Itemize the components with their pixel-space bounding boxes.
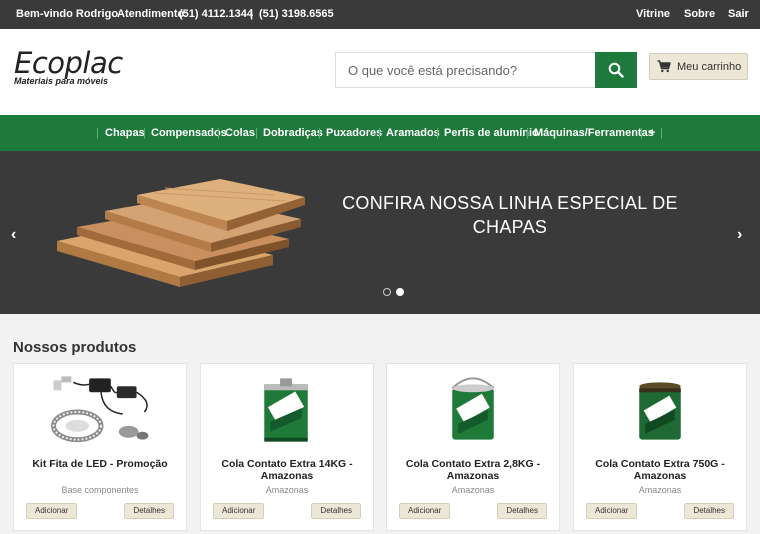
search-icon [608, 62, 624, 78]
category-chapas[interactable]: Chapas [105, 127, 145, 139]
add-to-cart-button[interactable]: Adicionar [26, 503, 78, 519]
search-input[interactable] [336, 53, 595, 87]
welcome-text: Bem-vindo Rodrigo [16, 8, 119, 20]
nav-link-sair[interactable]: Sair [728, 8, 749, 20]
nav-divider [256, 128, 257, 139]
product-card[interactable]: Cola Contato Extra 14KG - Amazonas Amazo… [200, 363, 374, 531]
nav-divider [319, 128, 320, 139]
slide-headline: CONFIRA NOSSA LINHA ESPECIAL DE CHAPAS [342, 193, 678, 237]
product-brand: Amazonas [638, 485, 682, 495]
top-bar: Bem-vindo Rodrigo Atendimento: (51) 4112… [0, 0, 760, 29]
nav-divider [437, 128, 438, 139]
support-phone-1: (51) 4112.1344 [179, 8, 254, 20]
support-phone-2: (51) 3198.6565 [259, 8, 334, 20]
plywood-image [57, 179, 305, 287]
nav-link-sobre[interactable]: Sobre [684, 8, 715, 20]
nav-divider [379, 128, 380, 139]
product-name[interactable]: Cola Contato Extra 750G - Amazonas [582, 458, 738, 482]
nav-link-vitrine[interactable]: Vitrine [636, 8, 670, 20]
product-card[interactable]: Cola Contato Extra 750G - Amazonas Amazo… [573, 363, 747, 531]
nav-divider [641, 128, 642, 139]
category-puxadores[interactable]: Puxadores [326, 127, 382, 139]
category-more[interactable]: + [649, 127, 655, 139]
details-button[interactable]: Detalhes [311, 503, 361, 519]
product-name[interactable]: Cola Contato Extra 14KG - Amazonas [209, 458, 365, 482]
glue-2-8kg-image [451, 377, 495, 440]
product-name[interactable]: Kit Fita de LED - Promoção [22, 458, 178, 470]
product-card[interactable]: Cola Contato Extra 2,8KG - Amazonas Amaz… [386, 363, 560, 531]
site-header: Ecoplac Materiais para móveis Meu carrin… [0, 29, 760, 115]
hero-slider: CONFIRA NOSSA LINHA ESPECIAL DE CHAPAS ‹… [0, 151, 760, 314]
logo-tagline: Materiais para móveis [14, 76, 109, 86]
slider-dot-active[interactable] [396, 288, 404, 296]
category-aramados[interactable]: Aramados [386, 127, 440, 139]
led-kit-image [51, 376, 149, 443]
logo-name: Ecoplac [14, 46, 123, 80]
add-to-cart-button[interactable]: Adicionar [399, 503, 451, 519]
category-maquinas[interactable]: Máquinas/Ferramentas [534, 127, 654, 139]
details-button[interactable]: Detalhes [684, 503, 734, 519]
slider-dot[interactable] [383, 288, 391, 296]
add-to-cart-button[interactable]: Adicionar [213, 503, 265, 519]
nav-divider [144, 128, 145, 139]
product-brand: Base componentes [61, 485, 139, 495]
cart-label: Meu carrinho [677, 60, 742, 73]
details-button[interactable]: Detalhes [497, 503, 547, 519]
category-perfis[interactable]: Perfis de alumínio [444, 127, 539, 139]
product-name[interactable]: Cola Contato Extra 2,8KG - Amazonas [395, 458, 551, 482]
logo[interactable]: Ecoplac Materiais para móveis [14, 48, 123, 86]
slider-prev-arrow-icon[interactable]: ‹ [11, 226, 16, 244]
product-brand: Amazonas [451, 485, 495, 495]
cart-button[interactable]: Meu carrinho [649, 53, 748, 80]
category-colas[interactable]: Colas [225, 127, 255, 139]
slider-next-arrow-icon[interactable]: › [737, 226, 742, 244]
details-button[interactable]: Detalhes [124, 503, 174, 519]
search-box [335, 52, 596, 88]
nav-divider [218, 128, 219, 139]
category-compensados[interactable]: Compensados [151, 127, 227, 139]
nav-divider [527, 128, 528, 139]
nav-divider [97, 128, 98, 139]
category-dobradicas[interactable]: Dobradiças [263, 127, 323, 139]
support-label: Atendimento: [117, 8, 188, 20]
search-button[interactable] [595, 52, 637, 88]
phone-separator: | [250, 8, 254, 20]
product-brand: Amazonas [265, 485, 309, 495]
add-to-cart-button[interactable]: Adicionar [586, 503, 638, 519]
products-title: Nossos produtos [13, 339, 137, 356]
category-nav: Chapas Compensados Colas Dobradiças Puxa… [0, 115, 760, 151]
cart-icon [657, 60, 671, 73]
nav-divider [661, 128, 662, 139]
glue-14kg-image [264, 378, 308, 442]
product-card[interactable]: Kit Fita de LED - Promoção Base componen… [13, 363, 187, 531]
glue-750g-image [639, 382, 681, 440]
